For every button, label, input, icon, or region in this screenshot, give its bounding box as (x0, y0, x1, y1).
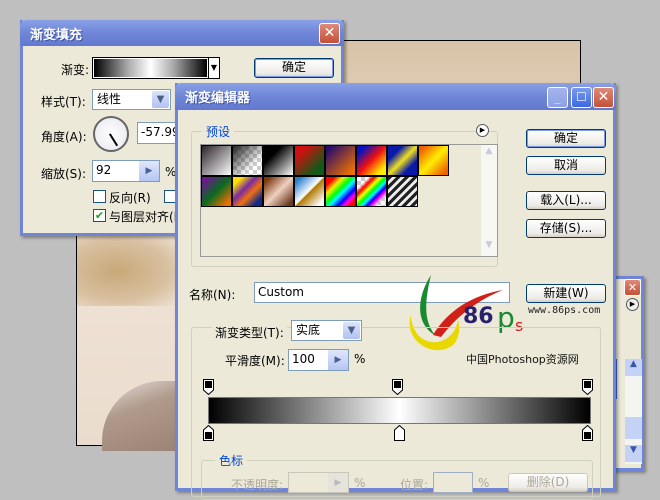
close-icon[interactable]: ✕ (319, 23, 340, 44)
opacity-unit: % (354, 476, 366, 490)
gradient-preview (94, 59, 207, 77)
preset-swatch[interactable] (232, 145, 263, 176)
scroll-down-icon[interactable]: ▼ (482, 240, 496, 255)
type-value: 实底 (296, 323, 321, 337)
style-label: 样式(T): (41, 95, 86, 109)
preset-swatch[interactable] (387, 145, 418, 176)
smoothness-unit: % (354, 352, 366, 366)
photo-grass (77, 236, 177, 306)
color-stop-white[interactable] (394, 425, 405, 441)
color-stop-black[interactable] (203, 425, 214, 441)
preset-swatch[interactable] (263, 176, 294, 207)
title-bar: 渐变填充 (20, 20, 344, 46)
preset-swatch[interactable] (325, 176, 356, 207)
align-checkbox[interactable]: ✔ (93, 209, 106, 222)
location-input (433, 472, 473, 493)
preset-swatch[interactable] (232, 176, 263, 207)
type-label: 渐变类型(T): (212, 324, 287, 341)
preset-swatch[interactable] (294, 176, 325, 207)
presets-legend: 预设 (202, 123, 235, 140)
gradient-label: 渐变: (61, 63, 90, 77)
presets-menu-icon[interactable]: ▶ (476, 124, 489, 137)
preset-swatch[interactable] (356, 145, 387, 176)
opacity-stop[interactable] (203, 379, 214, 395)
opacity-label: 不透明度: (231, 478, 284, 492)
watermark-brand-text: 86 (463, 304, 494, 329)
save-button[interactable]: 存储(S)... (526, 219, 606, 238)
scroll-thumb[interactable] (625, 417, 642, 439)
preset-swatch[interactable] (201, 145, 232, 176)
chevron-down-icon[interactable]: ▼ (152, 91, 169, 108)
opacity-stop[interactable] (392, 379, 403, 395)
reverse-label: 反向(R) (109, 191, 151, 205)
chevron-down-icon[interactable]: ▼ (343, 322, 360, 339)
type-select[interactable]: 实底 ▼ (291, 320, 362, 341)
smoothness-value: 100 (292, 352, 315, 366)
delete-button: 删除(D) (508, 473, 588, 492)
close-icon[interactable]: ✕ (593, 87, 614, 108)
name-label: 名称(N): (189, 288, 236, 302)
scroll-up-icon[interactable]: ▲ (482, 146, 496, 161)
presets-list[interactable]: ▲ ▼ (200, 144, 498, 257)
gradient-picker[interactable]: ▼ (92, 57, 220, 79)
scroll-down-icon[interactable]: ▼ (625, 445, 642, 462)
scroll-up-icon[interactable]: ▲ (625, 359, 642, 376)
preset-swatch[interactable] (263, 145, 294, 176)
panel-menu-icon[interactable]: ▶ (626, 298, 639, 311)
chevron-down-icon[interactable]: ▼ (208, 58, 219, 78)
ok-button[interactable]: 确定 (254, 58, 334, 78)
preset-swatch[interactable] (387, 176, 418, 207)
opacity-stop[interactable] (582, 379, 593, 395)
photo-boat (102, 381, 182, 451)
style-select[interactable]: 线性 ▼ (92, 89, 171, 110)
preset-swatch[interactable] (294, 145, 325, 176)
color-stop-black[interactable] (582, 425, 593, 441)
style-value: 线性 (97, 92, 122, 106)
preset-swatch[interactable] (325, 145, 356, 176)
scale-input[interactable]: 92 ▶ (92, 160, 160, 182)
ok-button[interactable]: 确定 (526, 129, 606, 148)
preset-swatch[interactable] (418, 145, 449, 176)
gradient-editor-dialog: 渐变编辑器 _ ☐ ✕ 预设 ▶ ▲ ▼ 确定 取消 载入(L)... 存储(S… (175, 83, 616, 500)
scale-label: 缩放(S): (41, 167, 87, 181)
presets-scrollbar[interactable]: ▲ ▼ (481, 145, 497, 256)
minimize-icon: _ (547, 87, 568, 108)
dialog-title: 渐变填充 (30, 28, 83, 43)
panel-close-icon[interactable]: ✕ (624, 279, 641, 296)
preset-swatch[interactable] (356, 176, 387, 207)
stops-legend: 色标 (215, 452, 248, 469)
scale-value: 92 (96, 163, 112, 177)
scale-slider-arrow-icon[interactable]: ▶ (139, 161, 159, 181)
cancel-button[interactable]: 取消 (526, 156, 606, 175)
panel-scrollbar[interactable]: ▲ ▼ (625, 359, 642, 464)
preset-swatch[interactable] (201, 176, 232, 207)
align-label: 与图层对齐(L (109, 210, 181, 224)
smoothness-input[interactable]: 100 ▶ (288, 349, 349, 371)
smoothness-slider-arrow-icon[interactable]: ▶ (328, 350, 348, 370)
watermark-url: www.86ps.com (528, 305, 601, 316)
dialog-title: 渐变编辑器 (185, 91, 251, 106)
opacity-input: ▶ (288, 472, 349, 493)
load-button[interactable]: 载入(L)... (526, 191, 606, 210)
maximize-icon[interactable]: ☐ (571, 87, 592, 108)
reverse-checkbox[interactable] (93, 190, 106, 203)
location-unit: % (478, 476, 490, 490)
angle-label: 角度(A): (41, 130, 87, 144)
angle-needle (109, 133, 119, 147)
gradient-bar[interactable] (208, 397, 591, 424)
smoothness-label: 平滑度(M): (225, 354, 285, 368)
location-label: 位置: (400, 478, 429, 492)
angle-dial[interactable] (93, 116, 129, 152)
opacity-arrow-icon: ▶ (328, 473, 348, 492)
